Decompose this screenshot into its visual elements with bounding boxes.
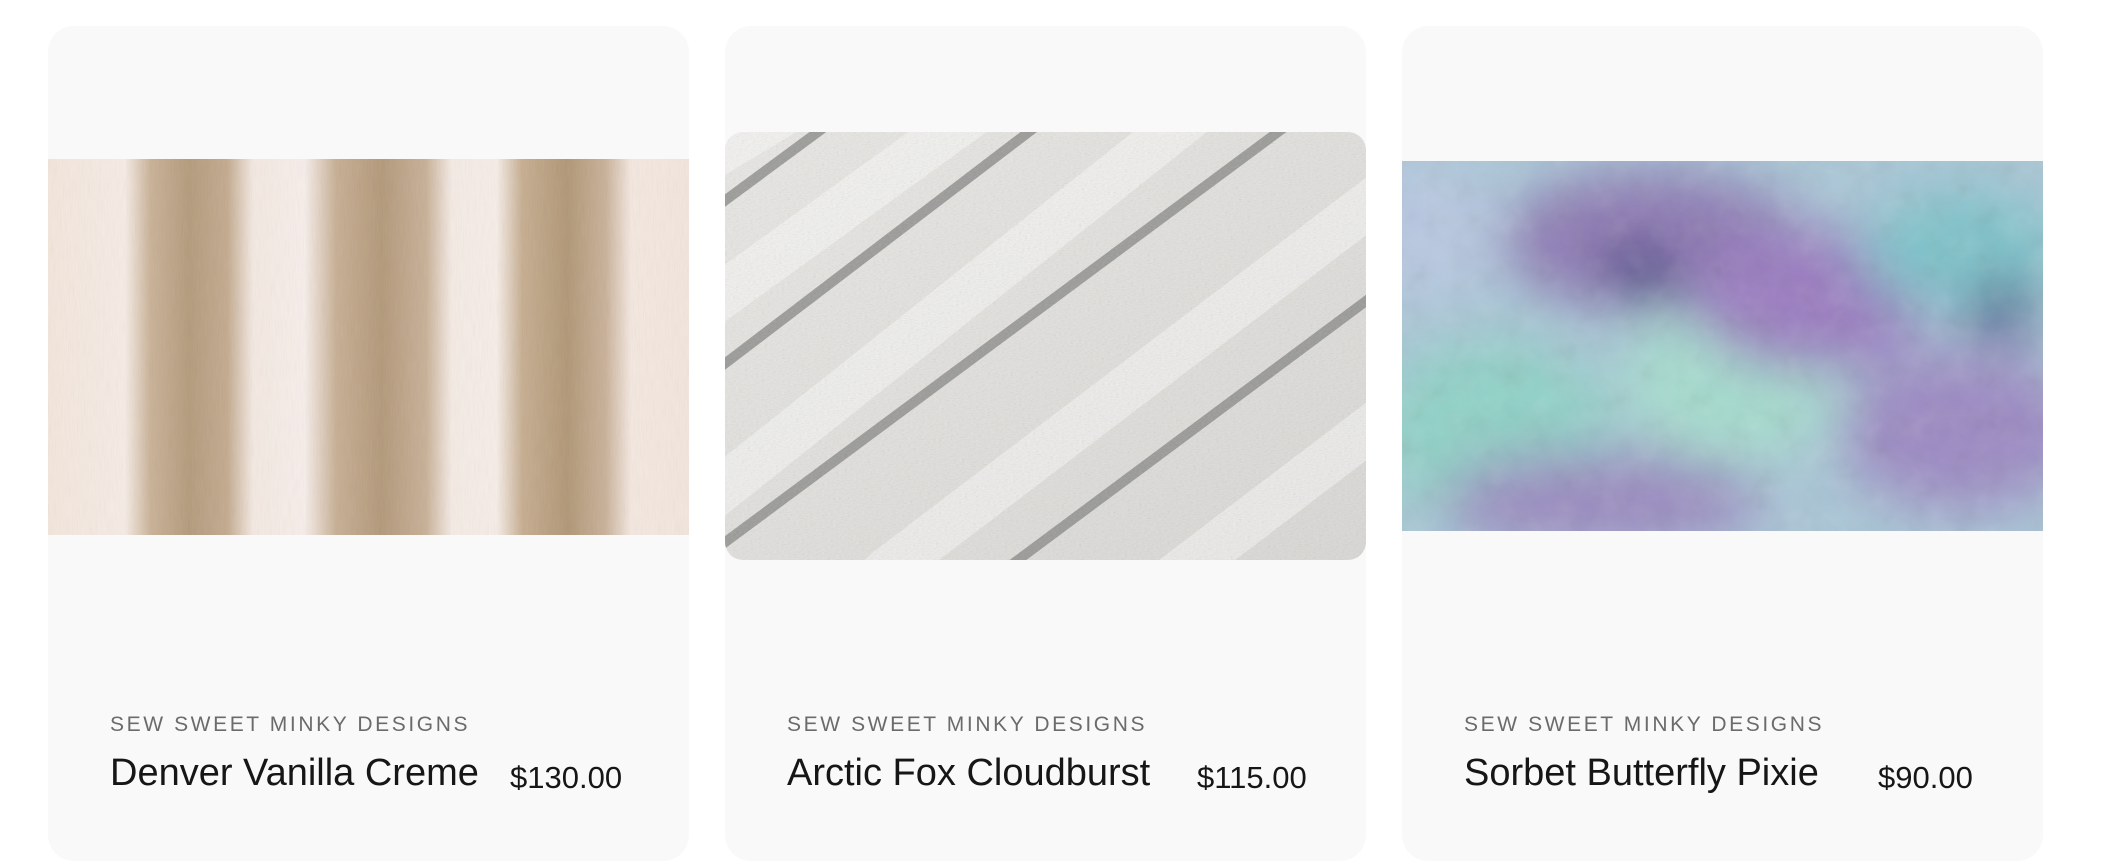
product-price: $130.00 <box>510 760 623 795</box>
product-price: $115.00 <box>1197 760 1307 795</box>
denver-vanilla-creme-swatch <box>48 159 689 535</box>
product-title[interactable]: Denver Vanilla Creme <box>110 752 479 795</box>
product-image[interactable] <box>48 159 689 535</box>
product-title[interactable]: Arctic Fox Cloudburst <box>787 752 1150 795</box>
sorbet-butterfly-pixie-swatch <box>1402 161 2043 531</box>
arctic-fox-cloudburst-swatch <box>725 132 1366 560</box>
product-grid: SEW SWEET MINKY DESIGNS Denver Vanilla C… <box>0 0 2111 864</box>
product-image[interactable] <box>1402 161 2043 531</box>
product-image[interactable] <box>725 132 1366 560</box>
product-card[interactable]: SEW SWEET MINKY DESIGNS Sorbet Butterfly… <box>1402 26 2043 861</box>
product-card[interactable]: SEW SWEET MINKY DESIGNS Denver Vanilla C… <box>48 26 689 861</box>
product-title[interactable]: Sorbet Butterfly Pixie <box>1464 752 1819 795</box>
product-card[interactable]: SEW SWEET MINKY DESIGNS Arctic Fox Cloud… <box>725 26 1366 861</box>
product-price: $90.00 <box>1878 760 1973 795</box>
product-vendor: SEW SWEET MINKY DESIGNS <box>1464 713 1825 736</box>
product-vendor: SEW SWEET MINKY DESIGNS <box>787 713 1148 736</box>
product-vendor: SEW SWEET MINKY DESIGNS <box>110 713 471 736</box>
